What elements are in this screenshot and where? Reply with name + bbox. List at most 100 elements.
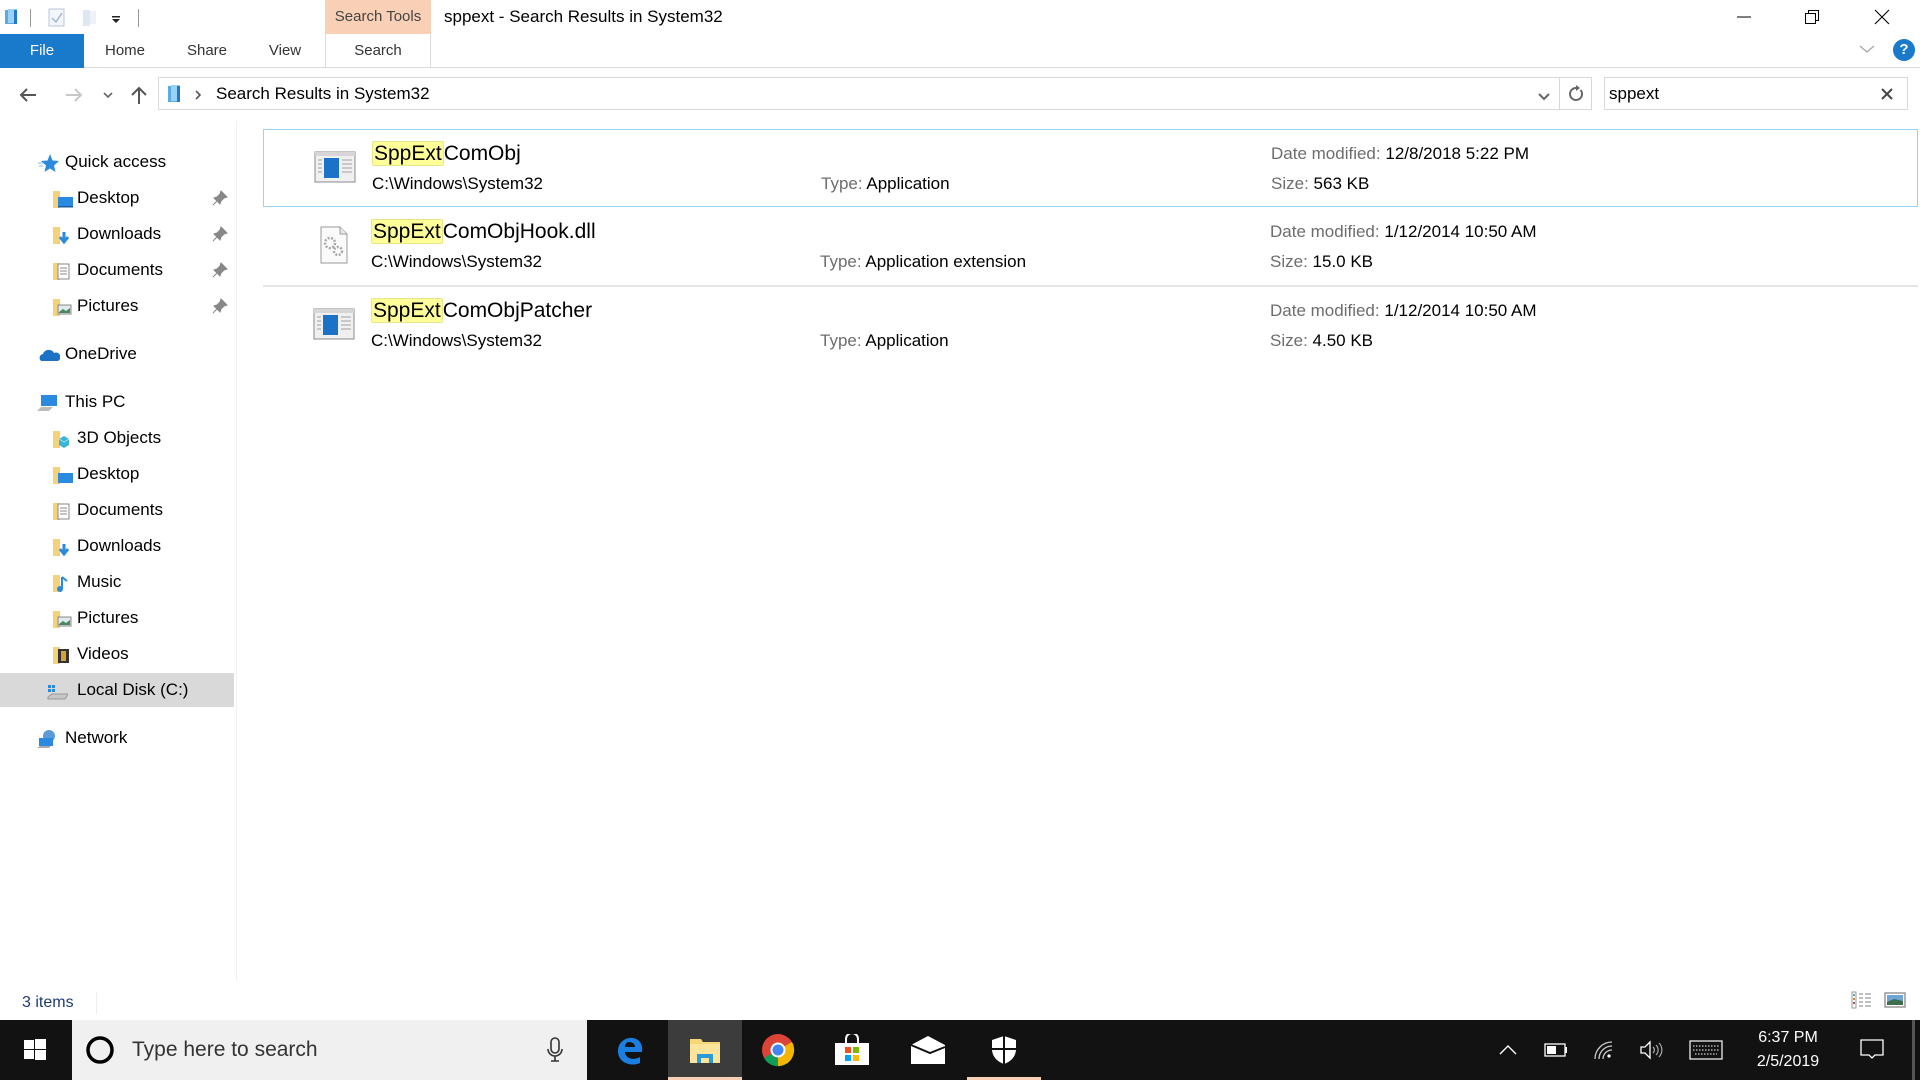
date-label: Date modified:	[1271, 144, 1381, 163]
nav-label: Downloads	[77, 224, 162, 243]
folder-icon[interactable]	[4, 8, 20, 31]
taskbar-file-explorer[interactable]	[668, 1020, 742, 1080]
customize-dropdown-icon[interactable]	[111, 12, 121, 30]
nav-quick-downloads[interactable]: Downloads	[0, 217, 234, 251]
help-button[interactable]: ?	[1893, 39, 1915, 61]
network-status-button[interactable]	[1588, 1020, 1620, 1080]
nav-network[interactable]: Network	[0, 721, 234, 755]
tab-home[interactable]: Home	[92, 34, 158, 68]
nav-quick-documents[interactable]: Documents	[0, 253, 234, 287]
nav-downloads[interactable]: Downloads	[0, 529, 234, 563]
application-icon	[314, 151, 356, 183]
show-hidden-icons-button[interactable]	[1494, 1020, 1522, 1080]
keyboard-icon	[1689, 1040, 1723, 1060]
restore-button[interactable]	[1783, 0, 1841, 34]
refresh-button[interactable]	[1559, 77, 1592, 110]
battery-icon	[1544, 1043, 1567, 1057]
back-button[interactable]	[16, 83, 40, 107]
search-input[interactable]	[1609, 79, 1869, 108]
file-name[interactable]: SppExtComObjHook.dll	[371, 218, 596, 246]
details-view-button[interactable]	[1851, 991, 1873, 1014]
nav-pictures[interactable]: Pictures	[0, 601, 234, 635]
file-size: Size: 563 KB	[1271, 172, 1369, 196]
nav-quick-access[interactable]: Quick access	[0, 145, 234, 179]
clear-search-button[interactable]	[1877, 84, 1897, 104]
taskbar-edge[interactable]	[592, 1020, 666, 1080]
breadcrumb-chevron-icon[interactable]	[194, 88, 202, 106]
arrow-right-icon	[66, 88, 83, 102]
notification-icon	[1860, 1039, 1884, 1059]
search-tools-tab-group: Search Tools	[325, 0, 431, 34]
volume-button[interactable]	[1636, 1020, 1668, 1080]
cortana-icon	[86, 1036, 114, 1064]
nav-quick-pictures[interactable]: Pictures	[0, 289, 234, 323]
large-icons-view-icon	[1884, 992, 1906, 1008]
downloads-folder-icon	[53, 227, 70, 245]
address-bar[interactable]: Search Results in System32	[158, 77, 1560, 110]
nav-local-disk-c[interactable]: Local Disk (C:)	[0, 673, 234, 707]
show-desktop-button[interactable]	[1912, 1020, 1915, 1080]
date-value: 1/12/2014 10:50 AM	[1384, 301, 1537, 320]
forward-button[interactable]	[62, 83, 86, 107]
tab-share[interactable]: Share	[174, 34, 240, 68]
taskbar-search-box[interactable]: Type here to search	[72, 1020, 587, 1080]
properties-icon[interactable]	[48, 8, 66, 33]
nav-videos[interactable]: Videos	[0, 637, 234, 671]
taskbar-store[interactable]	[815, 1020, 889, 1080]
file-name[interactable]: SppExtComObj	[372, 140, 521, 168]
search-match-highlight: SppExt	[371, 219, 443, 244]
desktop-folder-icon	[53, 191, 73, 208]
new-folder-icon[interactable]	[82, 8, 98, 33]
file-size: Size: 4.50 KB	[1270, 329, 1373, 353]
tab-file[interactable]: File	[0, 34, 84, 68]
minimize-button[interactable]	[1715, 0, 1773, 34]
shield-icon	[992, 1036, 1016, 1064]
pin-icon[interactable]	[212, 298, 228, 314]
windows-logo-icon	[24, 1039, 46, 1060]
close-button[interactable]	[1853, 0, 1911, 34]
file-row[interactable]: SppExtComObjHook.dll C:\Windows\System32…	[263, 208, 1918, 287]
file-name-rest: ComObj	[443, 142, 521, 165]
expand-ribbon-button[interactable]	[1858, 42, 1876, 61]
tab-search[interactable]: Search	[325, 34, 431, 68]
microphone-icon[interactable]	[547, 1037, 563, 1063]
action-center-button[interactable]	[1852, 1020, 1892, 1080]
file-row[interactable]: SppExtComObj C:\Windows\System32 Type: A…	[263, 129, 1918, 207]
pin-icon[interactable]	[212, 226, 228, 242]
nav-desktop[interactable]: Desktop	[0, 457, 234, 491]
large-icons-view-button[interactable]	[1884, 991, 1906, 1014]
battery-button[interactable]	[1540, 1020, 1572, 1080]
mail-icon	[910, 1036, 946, 1064]
nav-music[interactable]: Music	[0, 565, 234, 599]
nav-documents[interactable]: Documents	[0, 493, 234, 527]
clock-time: 6:37 PM	[1758, 1029, 1818, 1046]
taskbar-windows-security[interactable]	[967, 1020, 1041, 1080]
breadcrumb[interactable]: Search Results in System32	[216, 78, 430, 109]
file-row[interactable]: SppExtComObjPatcher C:\Windows\System32 …	[263, 287, 1918, 365]
touch-keyboard-button[interactable]	[1686, 1020, 1726, 1080]
taskbar-chrome[interactable]	[741, 1020, 815, 1080]
start-button[interactable]	[0, 1020, 70, 1080]
file-type: Type: Application	[820, 329, 949, 353]
recent-locations-button[interactable]	[100, 83, 116, 107]
address-history-dropdown[interactable]	[1537, 89, 1551, 107]
taskbar-mail[interactable]	[891, 1020, 965, 1080]
file-date: Date modified: 12/8/2018 5:22 PM	[1271, 142, 1529, 166]
navigation-bar: Search Results in System32	[0, 69, 1920, 121]
pin-icon[interactable]	[212, 262, 228, 278]
file-path: C:\Windows\System32	[371, 252, 542, 271]
file-name[interactable]: SppExtComObjPatcher	[371, 297, 592, 325]
pictures-folder-icon	[53, 611, 72, 628]
tab-view[interactable]: View	[254, 34, 316, 68]
close-icon	[1874, 9, 1890, 25]
nav-onedrive[interactable]: OneDrive	[0, 337, 234, 371]
nav-quick-desktop[interactable]: Desktop	[0, 181, 234, 215]
type-label: Type:	[820, 252, 862, 271]
up-button[interactable]	[127, 83, 151, 107]
taskbar: Type here to search 6:37 PM 2/5/2019	[0, 1020, 1920, 1080]
pin-icon[interactable]	[212, 190, 228, 206]
nav-this-pc[interactable]: This PC	[0, 385, 234, 419]
chevron-down-icon	[1859, 45, 1875, 53]
nav-3d-objects[interactable]: 3D Objects	[0, 421, 234, 455]
taskbar-clock[interactable]: 6:37 PM 2/5/2019	[1740, 1026, 1836, 1074]
